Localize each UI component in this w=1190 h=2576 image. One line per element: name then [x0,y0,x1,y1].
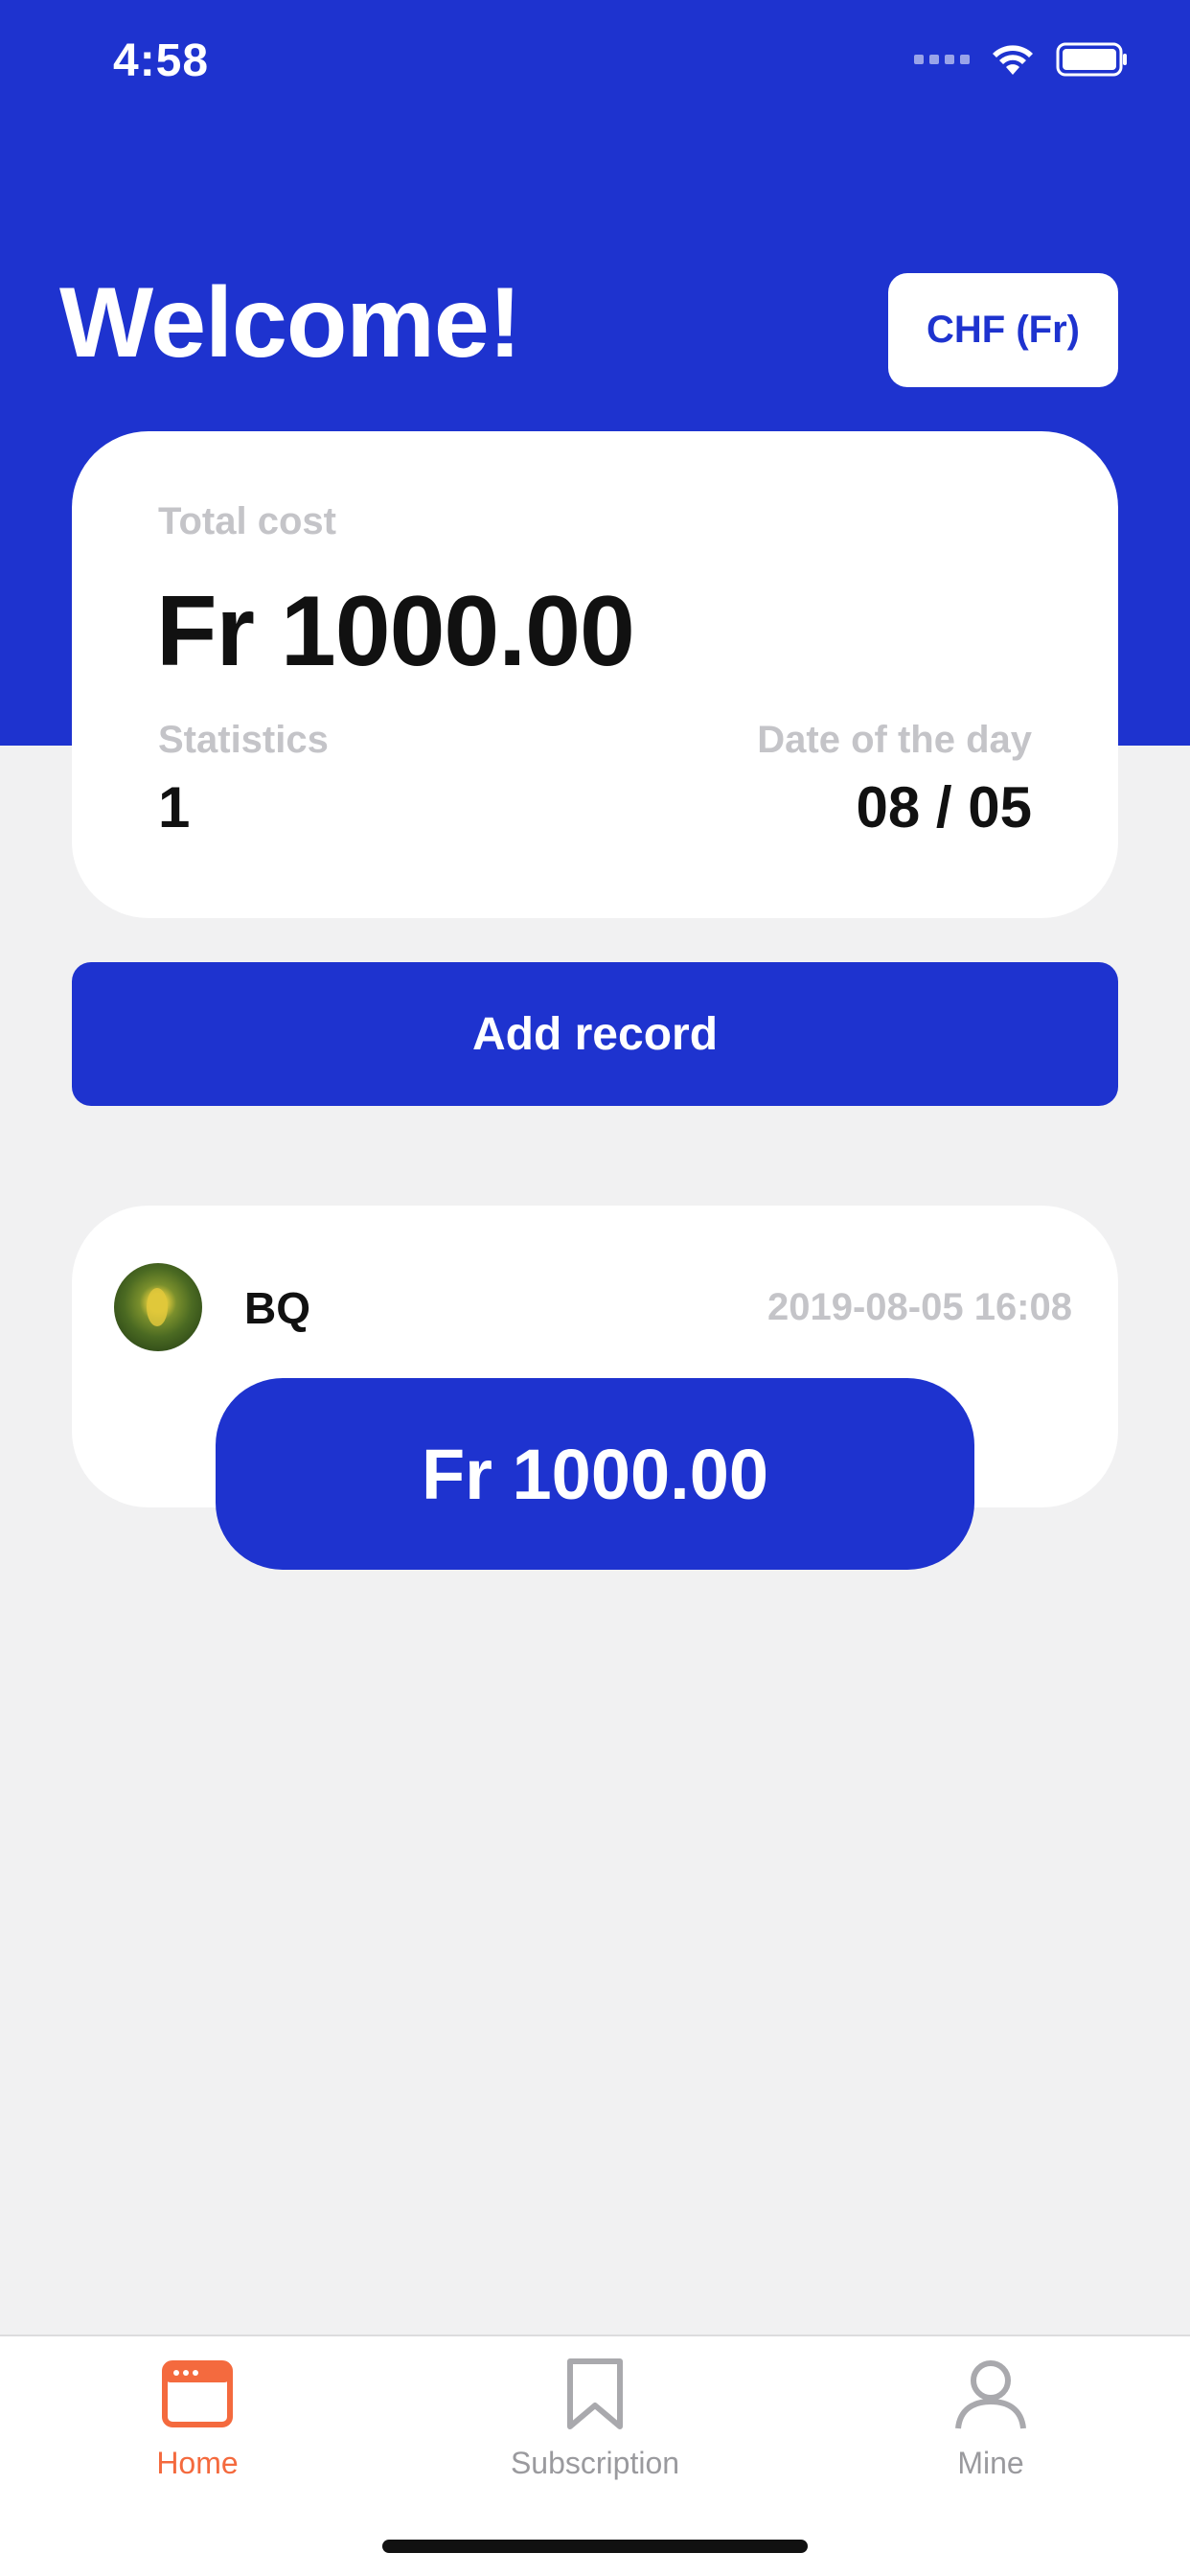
tab-subscription-label: Subscription [510,2446,680,2480]
cellular-signal-icon [914,55,970,64]
tab-home[interactable]: Home [73,2356,322,2499]
tab-home-label: Home [156,2446,239,2480]
status-time: 4:58 [113,35,210,86]
date-value: 08 / 05 [856,775,1033,840]
total-cost-label: Total cost [158,500,336,542]
person-icon [955,2360,1026,2429]
bookmark-icon [567,2358,623,2429]
avatar [114,1263,202,1351]
tab-mine[interactable]: Mine [866,2356,1115,2499]
page-title: Welcome! [59,267,521,379]
total-cost-value: Fr 1000.00 [156,576,635,687]
statistics-label: Statistics [158,719,329,761]
battery-icon [1056,42,1127,77]
add-record-button[interactable]: Add record [72,962,1118,1106]
home-indicator[interactable] [382,2540,808,2553]
record-timestamp: 2019-08-05 16:08 [767,1286,1072,1328]
wifi-icon [993,45,1033,75]
status-icons [914,42,1129,77]
statistics-value: 1 [158,775,191,840]
tab-subscription[interactable]: Subscription [470,2356,720,2499]
home-screen: 4:58 Welcome! CHF (Fr) Total cost Fr 100… [0,0,1190,2576]
tab-mine-label: Mine [957,2446,1024,2480]
record-amount-badge[interactable]: Fr 1000.00 [216,1378,974,1570]
date-label: Date of the day [757,719,1032,761]
home-calendar-icon [162,2360,233,2427]
record-name: BQ [244,1283,310,1333]
currency-selector-button[interactable]: CHF (Fr) [888,273,1118,387]
summary-card: Total cost Fr 1000.00 Statistics 1 Date … [72,431,1118,918]
